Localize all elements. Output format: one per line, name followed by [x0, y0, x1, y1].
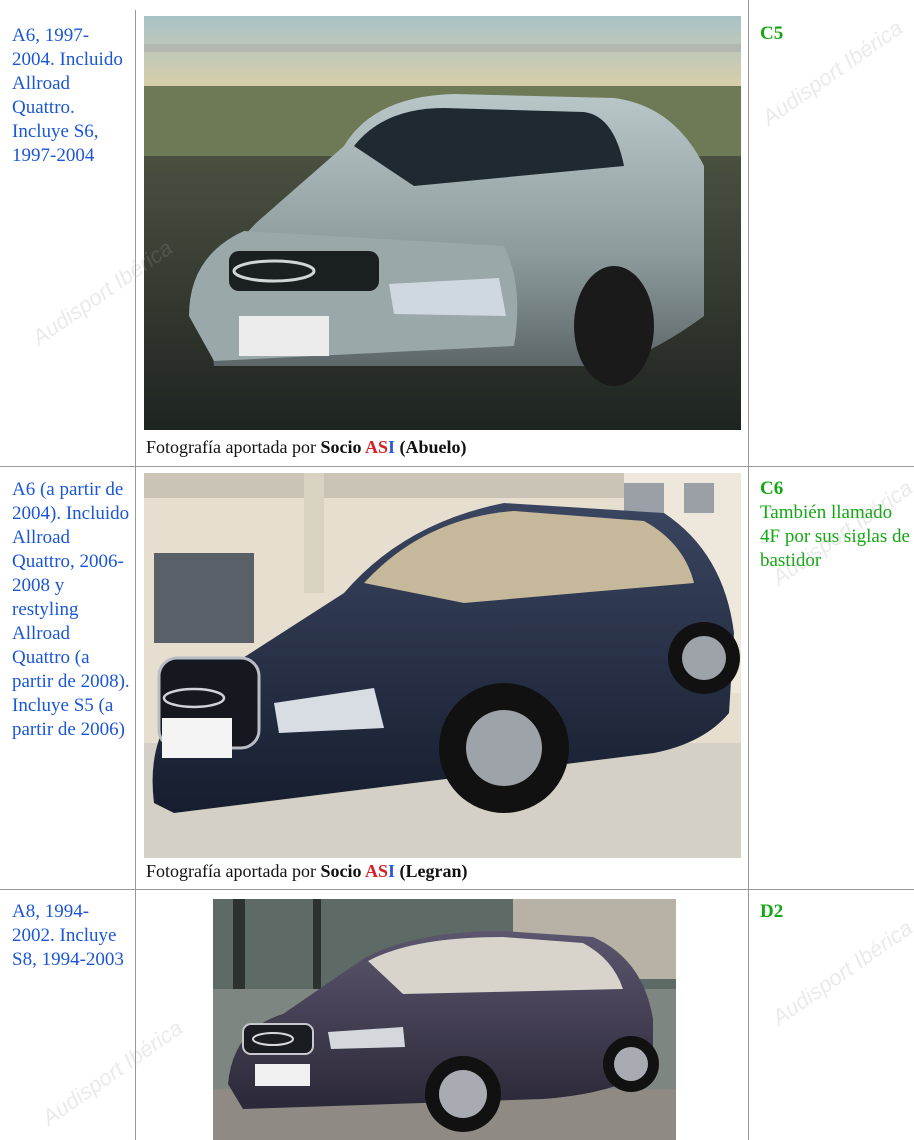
column-divider-right	[748, 0, 749, 1140]
model-link-a8-d2[interactable]: A8, 1994-2002. Incluye S8, 1994-2003	[12, 900, 130, 972]
generation-code: C5	[760, 23, 784, 44]
generation-code: C6	[760, 478, 784, 499]
brand-letter-s: S	[377, 861, 388, 881]
caption-prefix: Fotografía aportada por	[146, 437, 321, 457]
car-photo-svg	[144, 473, 741, 858]
model-link-a6-c5[interactable]: A6, 1997-2004. Incluido Allroad Quattro.…	[12, 24, 130, 168]
generation-label-d2: D2	[760, 900, 910, 924]
caption-socio: Socio	[320, 437, 365, 457]
photo-caption-2: Fotografía aportada por Socio ASI (Legra…	[146, 860, 467, 882]
brand-letter-a: A	[364, 437, 378, 457]
caption-socio: Socio	[320, 861, 365, 881]
brand-letter-s: S	[377, 437, 388, 457]
caption-prefix: Fotografía aportada por	[146, 861, 321, 881]
caption-user: (Legran)	[394, 861, 468, 881]
caption-user: (Abuelo)	[394, 437, 467, 457]
model-link-a6-c6[interactable]: A6 (a partir de 2004). Incluido Allroad …	[12, 478, 130, 742]
row-divider-1	[0, 466, 914, 467]
car-photo-svg	[213, 899, 676, 1140]
row-divider-2	[0, 889, 914, 890]
watermark-text: Audisport Ibérica	[767, 915, 914, 1031]
car-photo-svg	[144, 16, 741, 430]
brand-letter-a: A	[364, 861, 378, 881]
car-photo-a8-d2	[213, 899, 676, 1140]
photo-caption-1: Fotografía aportada por Socio ASI (Abuel…	[146, 436, 466, 458]
brand-letter-i: I	[387, 437, 395, 457]
brand-letter-i: I	[387, 861, 395, 881]
car-photo-a6-c6	[144, 473, 741, 858]
car-photo-a6-c5	[144, 16, 741, 430]
watermark-text: Audisport Ibérica	[37, 1015, 188, 1131]
generation-code: D2	[760, 901, 784, 922]
column-divider-left	[135, 10, 136, 1140]
